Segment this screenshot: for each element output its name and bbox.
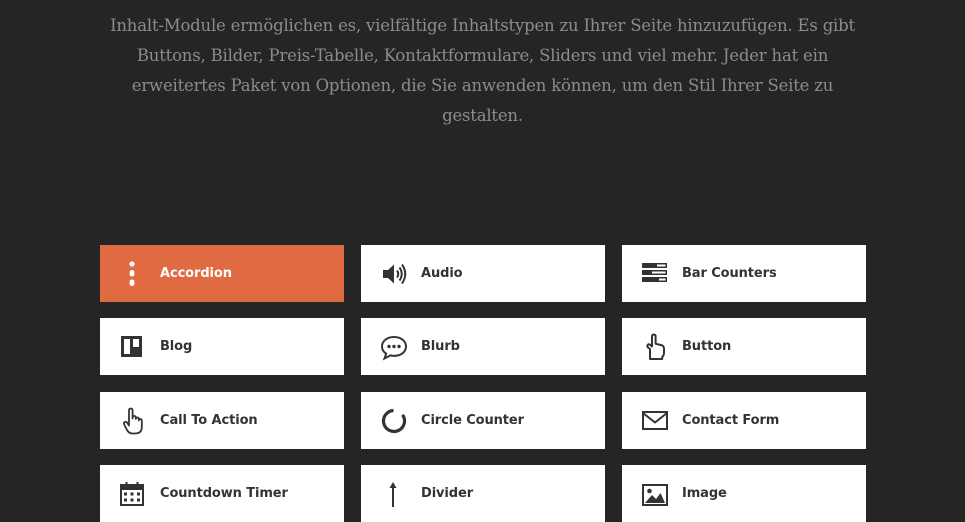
module-label: Countdown Timer — [160, 486, 288, 501]
page: { "intro": { "text": "Inhalt-Module ermö… — [0, 0, 965, 522]
module-tile-image[interactable]: Image — [622, 465, 866, 522]
module-label: Audio — [421, 266, 463, 281]
module-tile-countdown-timer[interactable]: Countdown Timer — [100, 465, 344, 522]
circle-counter-icon — [380, 406, 410, 436]
module-label: Bar Counters — [682, 266, 777, 281]
intro-text: Inhalt-Module ermöglichen es, vielfältig… — [110, 16, 855, 125]
module-tile-circle-counter[interactable]: Circle Counter — [361, 392, 605, 449]
contact-form-icon — [641, 406, 671, 436]
button-icon — [641, 332, 671, 362]
accordion-icon — [119, 259, 149, 289]
module-tile-blog[interactable]: Blog — [100, 318, 344, 375]
divider-icon — [380, 479, 410, 509]
bar-counters-icon — [641, 259, 671, 289]
module-tile-accordion[interactable]: Accordion — [100, 245, 344, 302]
module-tile-contact-form[interactable]: Contact Form — [622, 392, 866, 449]
module-tile-blurb[interactable]: Blurb — [361, 318, 605, 375]
module-label: Button — [682, 339, 732, 354]
module-label: Accordion — [160, 266, 232, 281]
blog-icon — [119, 332, 149, 362]
countdown-timer-icon — [119, 479, 149, 509]
module-tile-call-to-action[interactable]: Call To Action — [100, 392, 344, 449]
call-to-action-icon — [119, 406, 149, 436]
module-label: Call To Action — [160, 413, 258, 428]
image-icon — [641, 479, 671, 509]
module-tile-bar-counters[interactable]: Bar Counters — [622, 245, 866, 302]
module-label: Image — [682, 486, 727, 501]
module-label: Blog — [160, 339, 193, 354]
module-label: Circle Counter — [421, 413, 524, 428]
module-tile-divider[interactable]: Divider — [361, 465, 605, 522]
module-tile-audio[interactable]: Audio — [361, 245, 605, 302]
module-label: Blurb — [421, 339, 460, 354]
blurb-icon — [380, 332, 410, 362]
module-label: Contact Form — [682, 413, 780, 428]
audio-icon — [380, 259, 410, 289]
module-tile-button[interactable]: Button — [622, 318, 866, 375]
module-label: Divider — [421, 486, 474, 501]
